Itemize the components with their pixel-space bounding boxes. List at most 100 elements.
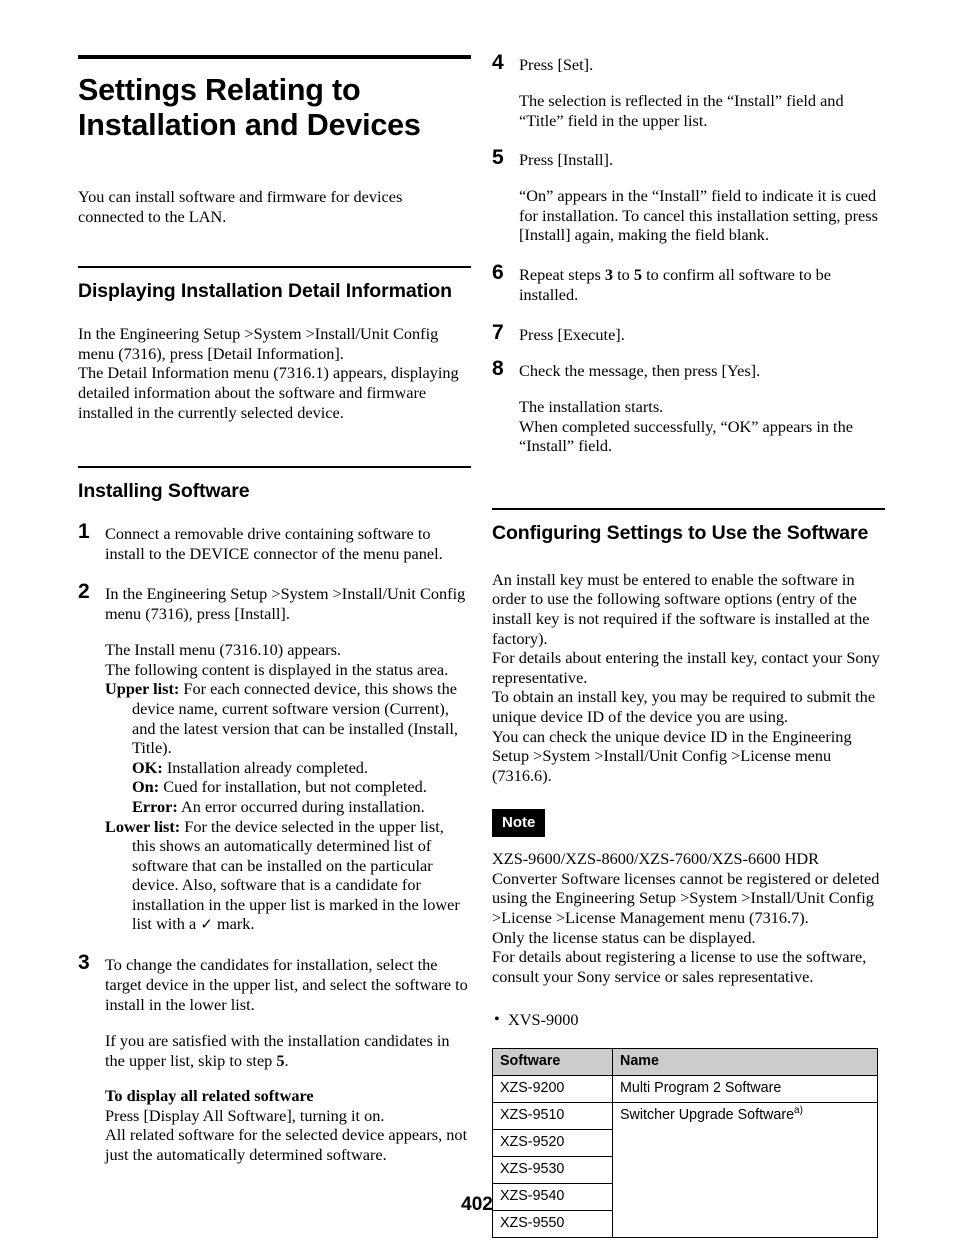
intro-paragraph: You can install software and firmware fo… [78, 187, 403, 226]
lower-list-text-end: mark. [216, 914, 255, 934]
skip-text-end: . [284, 1050, 289, 1070]
step-1: 1 Connect a removable drive containing s… [78, 520, 471, 564]
step-8-detail: The installation starts. When completed … [492, 397, 885, 456]
cell-name-text: Switcher Upgrade Software [620, 1107, 795, 1124]
configuring-paragraph-1: An install key must be entered to enable… [492, 569, 870, 648]
skip-step-ref: 5 [276, 1050, 285, 1070]
step-6: 6 Repeat steps 3 to 5 to confirm all sof… [492, 261, 885, 305]
document-page: Settings Relating to Installation and De… [0, 0, 954, 1244]
step-text: Press [Execute]. [519, 324, 625, 344]
table-row: XZS-9200 Multi Program 2 Software [492, 1075, 878, 1104]
step-4-detail: The selection is reflected in the “Insta… [519, 91, 844, 130]
status-area-line: The following content is displayed in th… [105, 659, 449, 679]
status-error-label: Error: [132, 796, 178, 816]
status-on-label: On: [132, 777, 160, 797]
lower-list-definition: Lower list: For the device selected in t… [105, 817, 471, 936]
step-text: Repeat steps 3 to 5 to confirm all softw… [519, 265, 831, 304]
step-3-skip-note: If you are satisfied with the installati… [78, 1031, 471, 1070]
section-heading-configuring-settings: Configuring Settings to Use the Software [492, 521, 869, 544]
step-8: 8 Check the message, then press [Yes]. [492, 357, 885, 381]
cell-software: XZS-9530 [492, 1156, 613, 1185]
table-header-row: Software Name [492, 1048, 878, 1077]
step-6-text-b: to [617, 264, 630, 284]
table-header-name: Name [612, 1048, 878, 1077]
step-text: Press [Install]. [519, 150, 614, 170]
table-header-software: Software [492, 1048, 613, 1077]
title-top-rule [78, 55, 471, 59]
section-rule-installing-software [78, 466, 471, 469]
detail-info-paragraph-1: In the Engineering Setup >System >Instal… [78, 324, 439, 363]
step-number: 4 [492, 51, 504, 74]
step-6-ref-2: 5 [633, 264, 643, 284]
checkmark-icon: ✓ [200, 915, 213, 934]
step-text: Connect a removable drive containing sof… [105, 524, 443, 564]
configuring-paragraph-3: To obtain an install key, you may be req… [492, 687, 876, 726]
step-number: 7 [492, 320, 504, 344]
detail-info-paragraph-2: The Detail Information menu (7316.1) app… [78, 363, 459, 422]
step-6-text-a: Repeat steps [519, 264, 601, 284]
step-number: 8 [492, 356, 504, 380]
step-8-detail-line-2: When completed successfully, “OK” appear… [519, 416, 853, 456]
note-badge-wrapper: Note [492, 809, 885, 838]
upper-list-text: For each connected device, this shows th… [132, 679, 458, 758]
note-paragraph-2: Only the license status can be displayed… [492, 927, 756, 947]
cell-software: XZS-9520 [492, 1129, 613, 1158]
configuring-paragraph-2: For details about entering the install k… [492, 648, 880, 687]
install-menu-line: The Install menu (7316.10) appears. [105, 640, 342, 660]
step-2: 2 In the Engineering Setup >System >Inst… [78, 580, 471, 624]
note-paragraph-1: XZS-9600/XZS-8600/XZS-7600/XZS-6600 HDR … [492, 849, 880, 928]
section-rule-detail-info [78, 266, 471, 269]
page-number: 402 [461, 1194, 493, 1215]
step-number: 6 [492, 260, 504, 284]
configuring-paragraph-4: You can check the unique device ID in th… [492, 726, 852, 785]
table-row: XZS-9510 Switcher Upgrade Softwarea) [492, 1102, 878, 1239]
status-on-definition: On: Cued for installation, but not compl… [105, 777, 471, 797]
display-all-software-subheading: To display all related software [105, 1086, 314, 1106]
status-ok-label: OK: [132, 757, 163, 777]
step-number: 5 [492, 146, 504, 170]
lower-list-text: For the device selected in the upper lis… [132, 816, 460, 934]
cell-name: Multi Program 2 Software [612, 1075, 878, 1104]
step-text: Press [Set]. [519, 55, 594, 74]
page-title: Settings Relating to Installation and De… [78, 73, 421, 142]
step-number: 1 [78, 520, 90, 544]
status-ok-definition: OK: Installation already completed. [105, 758, 471, 778]
status-on-text: Cued for installation, but not completed… [163, 777, 427, 797]
note-paragraph-3: For details about registering a license … [492, 947, 867, 986]
left-column: Settings Relating to Installation and De… [78, 55, 471, 1165]
display-all-software-block: To display all related software Press [D… [78, 1086, 471, 1164]
step-5-detail: “On” appears in the “Install” field to i… [519, 186, 878, 245]
step-text: To change the candidates for installatio… [105, 955, 468, 1015]
cell-name-merged: Switcher Upgrade Softwarea) [612, 1102, 878, 1239]
cell-name-footnote-marker: a) [794, 1105, 803, 1117]
section-rule-configuring-settings [492, 507, 885, 510]
status-ok-text: Installation already completed. [166, 757, 369, 777]
right-column: 4 Press [Set]. The selection is reflecte… [492, 51, 885, 1239]
step-text: In the Engineering Setup >System >Instal… [105, 584, 466, 624]
step-number: 3 [78, 951, 90, 975]
section-heading-installing-software: Installing Software [78, 480, 250, 503]
step-5: 5 Press [Install]. [492, 146, 885, 170]
section-heading-displaying-installation-detail: Displaying Installation Detail Informati… [78, 280, 452, 303]
step-text: Check the message, then press [Yes]. [519, 360, 761, 380]
bullet-dot-icon: • [494, 1009, 500, 1029]
step-4: 4 Press [Set]. [492, 51, 885, 75]
list-item-xvs-9000: • XVS-9000 [492, 1009, 885, 1030]
step-3: 3 To change the candidates for installat… [78, 951, 471, 1015]
display-all-software-line-2: All related software for the selected de… [105, 1125, 468, 1165]
cell-software: XZS-9200 [492, 1075, 613, 1104]
step-8-detail-line-1: The installation starts. [519, 396, 664, 416]
list-item-label: XVS-9000 [508, 1010, 579, 1030]
display-all-software-line-1: Press [Display All Software], turning it… [105, 1105, 385, 1125]
step-number: 2 [78, 580, 90, 604]
note-badge: Note [492, 809, 546, 838]
status-error-text: An error occurred during installation. [180, 796, 425, 816]
lower-list-label: Lower list: [105, 816, 181, 836]
step-7: 7 Press [Execute]. [492, 321, 885, 345]
step-6-ref-1: 3 [604, 264, 614, 284]
status-error-definition: Error: An error occurred during installa… [105, 797, 471, 817]
cell-software: XZS-9510 [492, 1102, 613, 1131]
upper-list-definition: Upper list: For each connected device, t… [105, 679, 471, 757]
step-2-details: The Install menu (7316.10) appears. The … [78, 640, 471, 935]
upper-list-label: Upper list: [105, 679, 180, 699]
